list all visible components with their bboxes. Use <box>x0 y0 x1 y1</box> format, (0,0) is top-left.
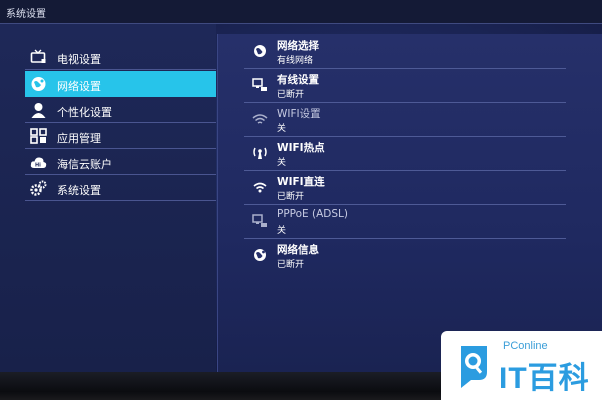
setting-network-selection[interactable]: 网络选择 有线网络 <box>244 35 566 69</box>
apps-grid-icon <box>30 128 47 144</box>
monitor-icon <box>252 78 267 91</box>
setting-pppoe[interactable]: PPPoE (ADSL) 关 <box>244 205 566 239</box>
info-globe-icon <box>254 249 266 261</box>
setting-title: 网络信息 <box>277 244 319 256</box>
sidebar-item-label: 网络设置 <box>57 80 101 93</box>
setting-value: 有线网络 <box>277 56 314 66</box>
wifi-icon <box>252 114 268 124</box>
setting-value: 已断开 <box>277 90 305 100</box>
sidebar-item-label: 应用管理 <box>57 132 101 145</box>
setting-wired[interactable]: 有线设置 已断开 <box>244 69 566 103</box>
setting-value: 已断开 <box>277 260 305 270</box>
window-title: 系统设置 <box>6 9 46 20</box>
setting-network-info[interactable]: 网络信息 已断开 <box>244 239 566 273</box>
tv-screen: 系统设置 电视设置 网络设置 个性化设置 应用管理 Hi 海信云账户 系统设置 … <box>0 0 602 372</box>
sidebar-item-app-management[interactable]: 应用管理 <box>25 123 216 149</box>
setting-value: 关 <box>277 124 287 134</box>
setting-title: 网络选择 <box>277 40 319 52</box>
sidebar-item-label: 个性化设置 <box>57 106 112 119</box>
magnifier-logo-icon <box>461 346 487 388</box>
setting-value: 已断开 <box>277 192 305 202</box>
setting-title: WIFI直连 <box>277 176 325 188</box>
sidebar-item-personalization[interactable]: 个性化设置 <box>25 97 216 123</box>
sidebar-item-tv-settings[interactable]: 电视设置 <box>25 44 216 70</box>
svg-text:Hi: Hi <box>35 163 41 169</box>
setting-value: 关 <box>277 158 287 168</box>
setting-wifi-hotspot[interactable]: WIFI热点 关 <box>244 137 566 171</box>
person-icon <box>31 103 46 118</box>
tv-icon <box>30 49 46 63</box>
setting-title: PPPoE (ADSL) <box>277 208 348 220</box>
wifi-direct-icon <box>253 182 267 193</box>
sidebar-item-label: 系统设置 <box>57 184 101 197</box>
watermark-brand-small: PConline <box>503 340 548 352</box>
divider <box>25 200 216 201</box>
setting-wifi-direct[interactable]: WIFI直连 已断开 <box>244 171 566 205</box>
setting-wifi[interactable]: WIFI设置 关 <box>244 103 566 137</box>
setting-title: WIFI设置 <box>277 108 321 120</box>
globe-icon <box>31 77 46 91</box>
gear-icon <box>30 180 47 196</box>
sidebar-item-label: 海信云账户 <box>57 158 112 171</box>
watermark-brand-big: IT百科 <box>499 362 590 395</box>
sidebar-item-cloud-account[interactable]: Hi 海信云账户 <box>25 149 216 175</box>
globe-icon <box>254 45 266 57</box>
setting-value: 关 <box>277 226 287 236</box>
watermark-logo: PConline IT百科 <box>441 331 602 400</box>
setting-title: 有线设置 <box>277 74 319 86</box>
title-bar: 系统设置 <box>0 0 602 24</box>
divider <box>25 69 216 70</box>
sidebar-item-network-settings[interactable]: 网络设置 <box>25 71 216 97</box>
setting-title: WIFI热点 <box>277 142 325 154</box>
hotspot-icon <box>253 147 267 159</box>
cloud-icon: Hi <box>30 157 47 169</box>
sidebar-item-system-settings[interactable]: 系统设置 <box>25 175 216 201</box>
sidebar-item-label: 电视设置 <box>57 53 101 66</box>
pppoe-icon <box>252 214 267 227</box>
